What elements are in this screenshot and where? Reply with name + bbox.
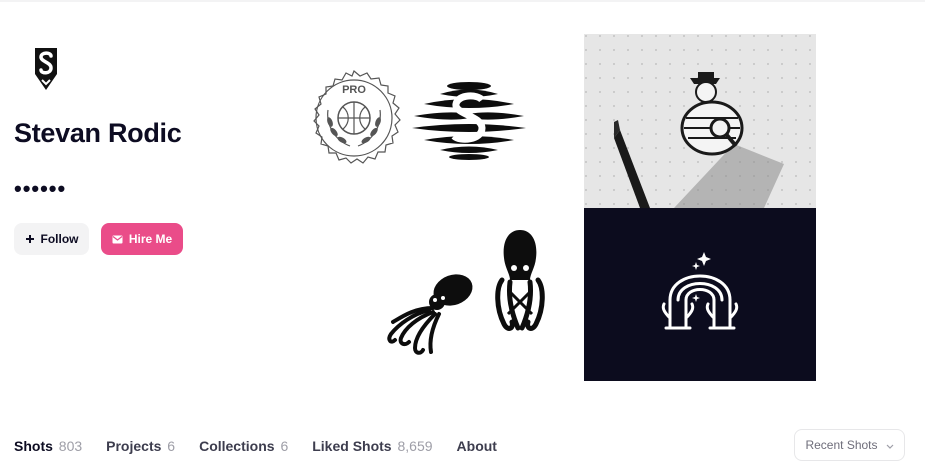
tab-count: 8,659 — [397, 438, 433, 454]
tab-label: About — [456, 438, 497, 454]
shot-octopus-standing[interactable] — [494, 228, 546, 338]
shot-striped-s-logo[interactable] — [410, 80, 528, 160]
hire-me-button[interactable]: Hire Me — [101, 223, 183, 255]
hire-me-button-label: Hire Me — [128, 232, 173, 246]
tab-count: 6 — [280, 438, 289, 454]
shot-octopus-swimming[interactable] — [385, 268, 477, 360]
tab-about[interactable]: About — [457, 438, 497, 454]
tab-label: Liked Shots — [312, 438, 392, 454]
profile-name: Stevan Rodic — [14, 118, 182, 148]
tab-label: Projects — [106, 438, 162, 454]
shot-pro-badge[interactable]: PRO — [298, 60, 410, 172]
pro-badge-text: PRO — [342, 84, 366, 96]
profile-tabs: Shots 803 Projects 6 Collections 6 Liked… — [14, 438, 497, 454]
avatar-s-logo-icon[interactable] — [30, 44, 62, 92]
tab-count: 803 — [58, 438, 83, 454]
sort-dropdown[interactable]: Recent Shots — [794, 429, 905, 461]
tab-count: 6 — [167, 438, 176, 454]
tab-collections[interactable]: Collections 6 — [199, 438, 288, 454]
shot-dark-arch-logo[interactable] — [584, 208, 816, 381]
tab-label: Collections — [199, 438, 275, 454]
profile-bio: •••••• — [14, 176, 67, 201]
tab-projects[interactable]: Projects 6 — [106, 438, 175, 454]
tab-label: Shots — [14, 438, 53, 454]
top-divider — [0, 0, 925, 2]
tab-liked-shots[interactable]: Liked Shots 8,659 — [312, 438, 432, 454]
mail-icon — [112, 235, 123, 244]
sort-dropdown-label: Recent Shots — [805, 438, 878, 452]
follow-button-label: Follow — [40, 232, 79, 246]
follow-button[interactable]: Follow — [14, 223, 89, 255]
plus-icon — [25, 234, 35, 244]
tab-shots[interactable]: Shots 803 — [14, 438, 82, 454]
shot-sketch-photo[interactable] — [584, 34, 816, 208]
chevron-down-icon — [886, 438, 894, 452]
